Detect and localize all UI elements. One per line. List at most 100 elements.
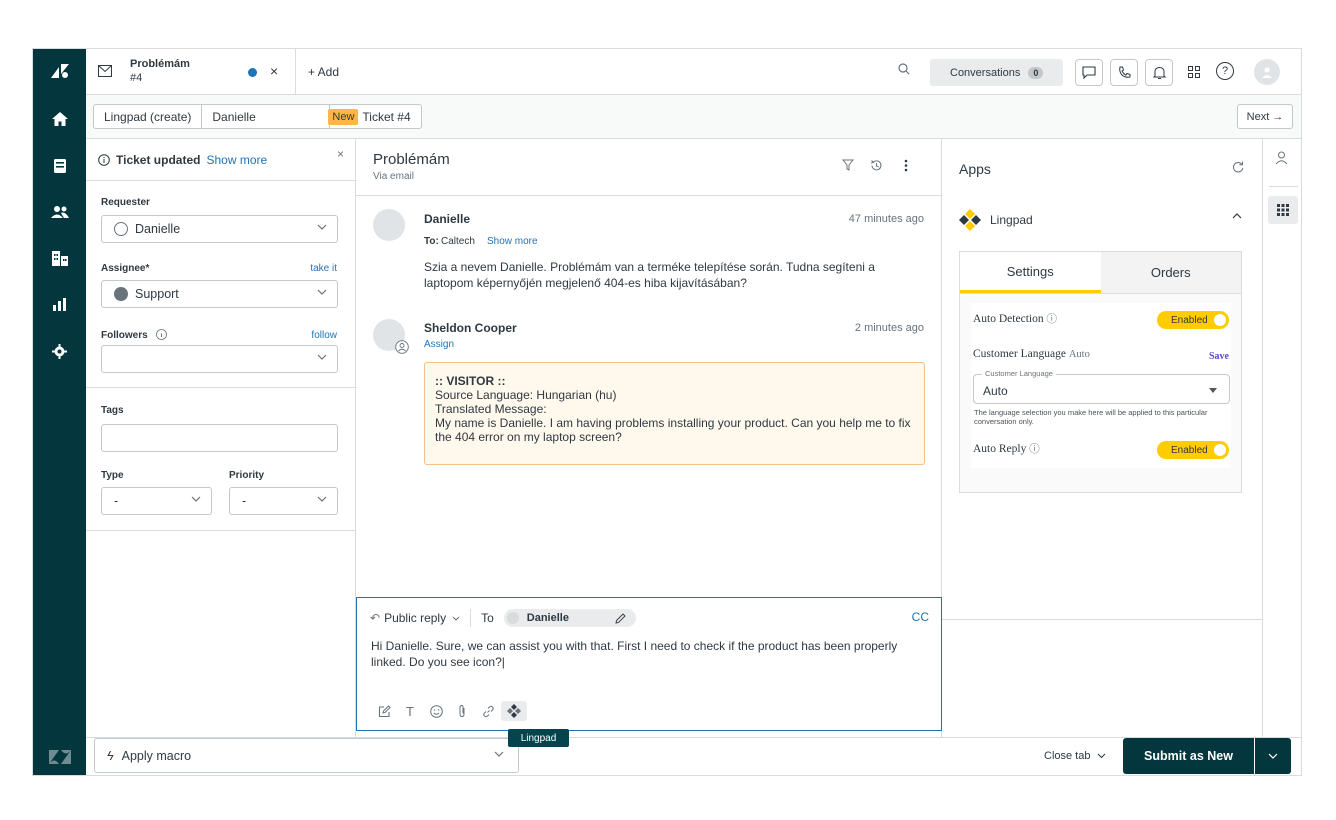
edit-pencil-icon[interactable]: [615, 612, 626, 624]
search-icon[interactable]: [898, 63, 910, 75]
zendesk-products-icon[interactable]: [33, 745, 86, 769]
message-author[interactable]: Sheldon Cooper: [424, 321, 517, 335]
compose-icon[interactable]: [371, 701, 397, 721]
next-button[interactable]: Next →: [1237, 104, 1293, 129]
ticket-properties-panel: Ticket updated Show more × Requester Dan…: [86, 139, 356, 737]
reply-arrow-icon: ↶: [370, 611, 381, 625]
refresh-icon[interactable]: [1232, 161, 1244, 173]
filter-icon[interactable]: [842, 159, 854, 171]
user-avatar[interactable]: [1254, 59, 1280, 85]
requester-field[interactable]: Danielle: [101, 215, 338, 243]
views-icon[interactable]: [33, 154, 86, 178]
more-options-icon[interactable]: [904, 159, 908, 172]
reply-editor[interactable]: ↶ Public reply To Danielle CC Hi Daniell…: [356, 597, 942, 731]
submit-button[interactable]: Submit as New: [1123, 738, 1254, 774]
add-tab-button[interactable]: + Add: [308, 65, 339, 79]
type-label: Type: [101, 470, 124, 481]
apps-grid-icon: [1277, 204, 1289, 216]
dismiss-notice-icon[interactable]: ×: [337, 147, 344, 161]
text-format-icon[interactable]: T: [397, 701, 423, 721]
follow-link[interactable]: follow: [311, 330, 337, 341]
chevron-up-icon[interactable]: [1232, 213, 1242, 219]
home-icon[interactable]: [33, 107, 86, 131]
link-icon[interactable]: [475, 701, 501, 721]
customers-icon[interactable]: [33, 200, 86, 224]
chevron-down-icon: [317, 354, 327, 360]
close-tab-selector[interactable]: Close tab: [1044, 750, 1106, 762]
message-author[interactable]: Danielle: [424, 212, 470, 226]
organizations-icon[interactable]: [33, 246, 86, 270]
divider: [86, 530, 356, 531]
auto-detection-status: Enabled: [1171, 314, 1208, 326]
assignee-label: Assignee*: [101, 263, 150, 274]
followers-info-icon: [156, 329, 167, 340]
show-more-link[interactable]: Show more: [206, 153, 267, 167]
priority-value: -: [242, 494, 247, 508]
bell-icon: [1152, 66, 1166, 79]
chevron-down-icon: [1268, 753, 1278, 759]
ticket-label: Ticket #4: [362, 109, 411, 124]
reply-textarea[interactable]: Hi Danielle. Sure, we can assist you wit…: [371, 638, 911, 670]
breadcrumb-organization[interactable]: Lingpad (create): [94, 105, 203, 128]
cc-button[interactable]: CC: [912, 610, 929, 624]
help-icon[interactable]: ?: [1216, 62, 1234, 80]
auto-detection-label: Auto Detection: [973, 313, 1044, 325]
tab-orders[interactable]: Orders: [1100, 252, 1241, 293]
select-legend: Customer Language: [982, 369, 1056, 378]
notifications-button[interactable]: [1145, 59, 1173, 86]
chevron-down-icon: [317, 224, 327, 230]
save-button[interactable]: Save: [1209, 351, 1229, 362]
close-tab-icon[interactable]: ×: [270, 63, 278, 79]
submit-options-button[interactable]: [1255, 738, 1291, 774]
customer-context-icon[interactable]: [1275, 151, 1288, 165]
apps-rail-button[interactable]: [1268, 196, 1298, 224]
close-tab-label: Close tab: [1044, 750, 1091, 762]
context-rail: [1262, 139, 1301, 737]
attachment-icon[interactable]: [449, 701, 475, 721]
assign-link[interactable]: Assign: [424, 339, 454, 350]
type-select[interactable]: -: [101, 487, 212, 515]
zendesk-agent-workspace: Problémám #4 × + Add Conversations 0 ? L…: [32, 48, 1302, 776]
take-it-link[interactable]: take it: [310, 263, 337, 274]
toggle-knob: [1214, 444, 1226, 456]
ticket-tab[interactable]: Problémám #4 ×: [86, 49, 296, 95]
chevron-down-icon: [317, 289, 327, 295]
recipient-pill[interactable]: Danielle: [503, 609, 636, 627]
divider: [942, 619, 1262, 620]
reply-toolbar: T: [371, 701, 527, 721]
apps-panel: Apps Lingpad Settings Orders Auto Detect…: [942, 139, 1262, 737]
followers-field[interactable]: [101, 345, 338, 373]
ticket-tab-number: #4: [130, 72, 143, 84]
phone-button[interactable]: [1110, 59, 1138, 86]
reporting-icon[interactable]: [33, 292, 86, 316]
lingpad-app-header[interactable]: Lingpad: [958, 201, 1246, 239]
chevron-down-icon[interactable]: [452, 616, 460, 621]
breadcrumb-ticket[interactable]: New Ticket #4: [328, 105, 420, 128]
show-more-link[interactable]: Show more: [487, 236, 538, 247]
tags-field[interactable]: [101, 424, 338, 452]
auto-reply-toggle[interactable]: Enabled: [1157, 441, 1229, 459]
emoji-icon[interactable]: [423, 701, 449, 721]
breadcrumb: Lingpad (create) Danielle New Ticket #4: [93, 104, 422, 129]
auto-reply-status: Enabled: [1171, 444, 1208, 456]
conversations-button[interactable]: Conversations 0: [930, 59, 1063, 86]
tab-settings[interactable]: Settings: [960, 252, 1101, 293]
breadcrumb-requester[interactable]: Danielle: [202, 105, 331, 128]
customer-language-select[interactable]: Customer Language Auto: [973, 369, 1230, 404]
apply-macro-label: Apply macro: [121, 748, 192, 763]
requester-label: Requester: [101, 197, 150, 208]
divider: [1269, 186, 1298, 187]
chat-button[interactable]: [1075, 59, 1103, 86]
zendesk-logo-icon[interactable]: [33, 59, 86, 83]
product-tray-grid-icon[interactable]: [1188, 66, 1200, 78]
chevron-down-icon: [191, 496, 201, 502]
assignee-field[interactable]: Support: [101, 280, 338, 308]
reply-mode-selector[interactable]: Public reply: [384, 611, 446, 625]
lingpad-app-icon[interactable]: [501, 701, 527, 721]
history-icon[interactable]: [870, 159, 883, 172]
apply-macro-select[interactable]: ϟ Apply macro: [94, 738, 519, 773]
priority-select[interactable]: -: [229, 487, 338, 515]
divider: [86, 387, 356, 388]
admin-gear-icon[interactable]: [33, 339, 86, 363]
auto-detection-toggle[interactable]: Enabled: [1157, 311, 1229, 329]
